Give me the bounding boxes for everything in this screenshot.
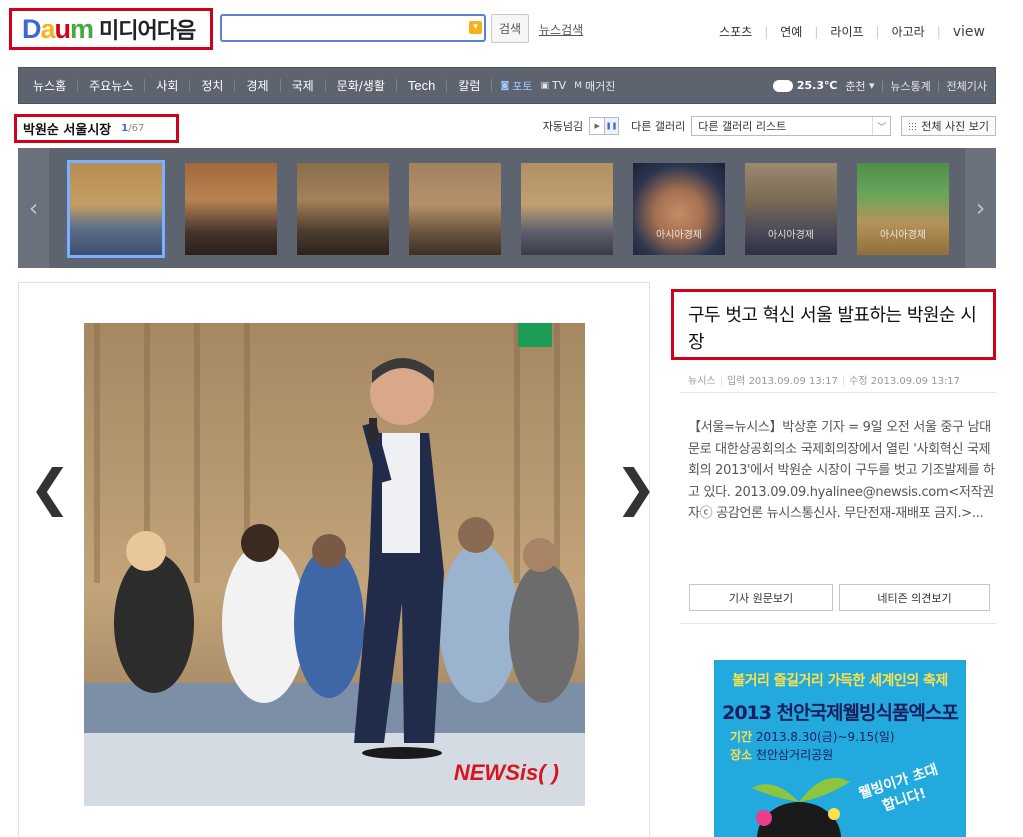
view-opinions-button[interactable]: 네티즌 의견보기 [839,584,990,611]
thumbnail[interactable]: 아시아경제 [633,163,725,255]
thumbnail-strip: ‹ › 아시아경제 아시아경제 아시아경제 [18,148,996,268]
nav-right: 25.3℃ 춘천 ▾ | 뉴스통계 | 전체기사 [772,78,995,94]
nav-main-news[interactable]: 주요뉴스 [78,77,144,94]
top-link-entertainment[interactable]: 연예 [780,23,802,40]
top-link-agora[interactable]: 아고라 [892,23,925,40]
photo-next-arrow-icon[interactable]: ❯ [615,459,657,517]
gallery-controls: 자동넘김 ▶ ❚❚ 다른 갤러리 다른 갤러리 리스트 ﹀ 전체 사진 보기 [543,116,996,136]
other-gallery-label: 다른 갤러리 [631,120,686,133]
divider [680,392,996,393]
nav-tech[interactable]: Tech [397,78,446,93]
cloud-icon [772,79,793,92]
ad-bubble: 웰빙이가 초대합니다! [856,761,941,815]
main-photo: NEWSis( ) [84,323,585,806]
logo[interactable]: Daum 미디어다음 [9,8,213,50]
nav-tv[interactable]: ▣ TV [540,79,566,92]
nav-column[interactable]: 칼럼 [447,77,491,94]
nav-culture[interactable]: 문화/생활 [326,77,396,94]
thumbnail[interactable] [297,163,389,255]
camera-icon: ◙ [500,80,510,91]
divider: | [936,79,941,92]
divider: | [880,79,885,92]
article-body: 【서울=뉴시스】박상훈 기자 = 9일 오전 서울 중구 남대문로 대한상공회의… [688,420,995,521]
ad-banner[interactable]: 볼거리 즐길거리 가득한 세계인의 축제 2013 천안국제웰빙식품엑스포 기간… [714,660,966,837]
gallery-title: 박원순 서울시장 [23,123,112,138]
top-link-life[interactable]: 라이프 [830,23,863,40]
thumbnail[interactable] [409,163,501,255]
top-links: 스포츠 | 연예 | 라이프 | 아고라 | view [719,23,985,40]
divider [491,79,493,92]
thumbnail-watermark: 아시아경제 [656,230,702,241]
strip-prev-arrow-icon[interactable]: ‹ [18,148,49,268]
article-source[interactable]: 뉴시스 [688,376,716,387]
article-input-time: 입력 2013.09.09 13:17 [726,376,838,387]
divider: | [875,24,880,39]
nav-world[interactable]: 국제 [281,77,325,94]
weather-city[interactable]: 춘천 [845,78,865,94]
news-search-link[interactable]: 뉴스검색 [539,21,583,38]
nav-politics[interactable]: 정치 [190,77,234,94]
mascot-icon [752,777,850,837]
thumbnail-watermark: 아시아경제 [768,230,814,241]
divider: | [936,24,941,39]
main-nav: 뉴스홈 주요뉴스 사회 정치 경제 국제 문화/생활 Tech 칼럼 ◙ 포토 ▣… [18,67,996,104]
autoplay-control: ▶ ❚❚ [589,117,620,135]
weather-temp[interactable]: 25.3℃ [797,79,837,92]
magazine-icon: M [574,80,582,91]
gallery-counter: 1/67 [121,123,145,134]
auto-advance-label: 자동넘김 [542,120,584,133]
gallery-title-box: 박원순 서울시장 1/67 [14,114,179,143]
other-gallery-select[interactable]: 다른 갤러리 리스트 ﹀ [691,116,892,136]
ad-title: 2013 천안국제웰빙식품엑스포 [722,702,959,724]
divider [680,623,996,624]
headline-box: 구두 벗고 혁신 서울 발표하는 박원순 시장 [671,289,996,360]
chevron-down-icon[interactable]: ▾ [866,79,875,92]
thumbnail[interactable] [185,163,277,255]
thumbnail[interactable] [521,163,613,255]
grid-icon [908,122,918,130]
ad-period: 기간 2013.8.30(금)~9.15(일) [730,730,895,744]
ad-place: 장소 천안삼거리공원 [730,748,834,762]
photo-frame: ❮ ❯ NEWSis() [18,282,657,837]
nav-stats[interactable]: 뉴스통계 [890,78,930,94]
chevron-down-icon[interactable]: ﹀ [872,117,890,135]
thumbnail[interactable]: 아시아경제 [857,163,949,255]
all-photos-button[interactable]: 전체 사진 보기 [901,116,996,136]
top-link-view[interactable]: view [953,24,985,40]
nav-society[interactable]: 사회 [145,77,189,94]
thumbnail[interactable] [67,160,165,258]
thumbnail[interactable]: 아시아경제 [745,163,837,255]
photo-prev-arrow-icon[interactable]: ❮ [29,459,71,517]
divider: | [814,24,819,39]
photo-watermark: NEWSis( ) [453,760,559,785]
play-icon[interactable]: ▶ [590,118,604,134]
view-original-button[interactable]: 기사 원문보기 [689,584,833,611]
search-input[interactable]: ▾ [220,14,486,42]
divider: | [764,24,769,39]
daum-logo: Daum [22,13,94,44]
pause-icon[interactable]: ❚❚ [604,118,619,134]
top-link-sports[interactable]: 스포츠 [719,23,752,40]
main-photo-image [84,323,585,806]
article-headline: 구두 벗고 혁신 서울 발표하는 박원순 시장 [688,305,977,353]
search-button[interactable]: 검색 [491,14,529,43]
nav-all-articles[interactable]: 전체기사 [947,78,987,94]
nav-news-home[interactable]: 뉴스홈 [33,77,77,94]
article-edit-time: 수정 2013.09.09 13:17 [849,376,961,387]
tv-icon: ▣ [540,80,549,91]
ime-icon[interactable]: ▾ [469,21,482,34]
logo-text: 미디어다음 [99,19,196,44]
thumbnail-watermark: 아시아경제 [880,230,926,241]
strip-next-arrow-icon[interactable]: › [965,148,996,268]
nav-economy[interactable]: 경제 [235,77,279,94]
nav-magazine[interactable]: M 매거진 [574,78,615,94]
ad-tagline: 볼거리 즐길거리 가득한 세계인의 축제 [732,673,948,689]
article-meta: 뉴시스 | 입력 2013.09.09 13:17 | 수정 2013.09.09 13… [688,376,961,387]
nav-photo[interactable]: ◙ 포토 [500,78,532,94]
